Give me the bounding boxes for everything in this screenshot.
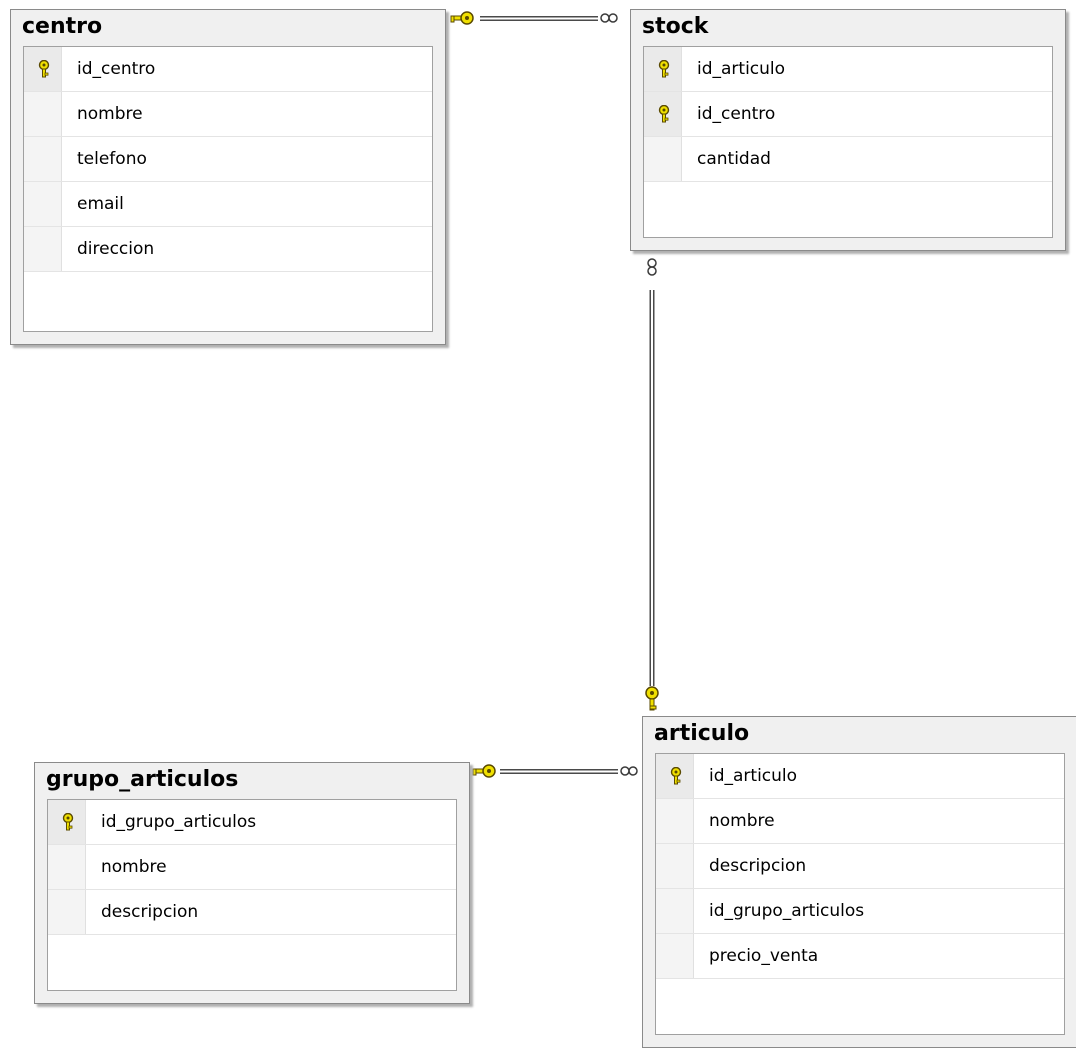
table-articulo[interactable]: articulo id_articulo nombre descripcion id_…	[642, 716, 1076, 1048]
table-title: stock	[642, 14, 709, 39]
infinity-icon	[647, 258, 657, 276]
row-selector[interactable]	[656, 799, 694, 843]
column-name: id_centro	[697, 104, 776, 124]
column-row[interactable]: telefono	[24, 137, 432, 182]
table-title: articulo	[654, 721, 750, 746]
column-name: precio_venta	[709, 946, 819, 966]
table-grupo-articulos[interactable]: grupo_articulos id_grupo_articulosnombre…	[34, 762, 470, 1004]
row-selector[interactable]	[48, 800, 86, 844]
primary-key-icon	[38, 60, 50, 78]
row-selector[interactable]	[656, 889, 694, 933]
column-name: id_centro	[77, 59, 156, 79]
column-name: descripcion	[709, 856, 807, 876]
table-title: centro	[22, 14, 103, 39]
column-grid: id_grupo_articulosnombre descripcion	[47, 799, 457, 991]
table-centro[interactable]: centro id_centronombre telefono email direc…	[10, 9, 446, 345]
column-row[interactable]: descripcion	[656, 844, 1064, 889]
column-name: id_articulo	[697, 59, 786, 79]
row-selector[interactable]	[656, 754, 694, 798]
column-row[interactable]: id_grupo_articulos	[48, 800, 456, 845]
column-row[interactable]: id_centro	[24, 47, 432, 92]
row-selector[interactable]	[644, 92, 682, 136]
table-stock[interactable]: stock id_articulo id_centro cantidad	[630, 9, 1066, 251]
column-name: descripcion	[101, 902, 199, 922]
column-row[interactable]: id_articulo	[644, 47, 1052, 92]
row-selector[interactable]	[656, 844, 694, 888]
row-selector[interactable]	[644, 137, 682, 181]
column-name: nombre	[709, 811, 775, 831]
row-selector[interactable]	[24, 47, 62, 91]
column-row[interactable]: descripcion	[48, 890, 456, 935]
column-row[interactable]: email	[24, 182, 432, 227]
column-name: cantidad	[697, 149, 771, 169]
column-row[interactable]: nombre	[24, 92, 432, 137]
column-name: nombre	[77, 104, 143, 124]
row-selector[interactable]	[48, 845, 86, 889]
column-name: email	[77, 194, 124, 214]
column-row[interactable]: id_articulo	[656, 754, 1064, 799]
row-selector[interactable]	[24, 92, 62, 136]
column-name: id_grupo_articulos	[709, 901, 865, 921]
row-selector[interactable]	[656, 934, 694, 978]
row-selector[interactable]	[24, 227, 62, 271]
relationship-centro-stock[interactable]	[450, 11, 618, 25]
column-row[interactable]: nombre	[48, 845, 456, 890]
primary-key-icon	[670, 767, 682, 785]
primary-key-icon	[658, 60, 670, 78]
key-icon	[472, 764, 496, 778]
column-name: telefono	[77, 149, 147, 169]
column-grid: id_articulo id_centro cantidad	[643, 46, 1053, 238]
infinity-icon	[620, 766, 638, 776]
column-grid: id_centronombre telefono email direccion	[23, 46, 433, 332]
column-row[interactable]: direccion	[24, 227, 432, 272]
relationship-grupo-articulo[interactable]	[472, 764, 638, 778]
column-name: direccion	[77, 239, 155, 259]
row-selector[interactable]	[24, 182, 62, 226]
column-row[interactable]: id_centro	[644, 92, 1052, 137]
column-row[interactable]: cantidad	[644, 137, 1052, 182]
column-grid: id_articulonombre descripcion id_grupo_art…	[655, 753, 1065, 1035]
primary-key-icon	[62, 813, 74, 831]
row-selector[interactable]	[24, 137, 62, 181]
column-name: nombre	[101, 857, 167, 877]
infinity-icon	[600, 13, 618, 23]
table-title: grupo_articulos	[46, 767, 239, 792]
row-selector[interactable]	[48, 890, 86, 934]
column-name: id_grupo_articulos	[101, 812, 257, 832]
relationship-articulo-stock[interactable]	[645, 258, 659, 711]
column-name: id_articulo	[709, 766, 798, 786]
key-icon	[645, 686, 659, 711]
primary-key-icon	[658, 105, 670, 123]
key-icon	[450, 11, 474, 25]
column-row[interactable]: precio_venta	[656, 934, 1064, 979]
column-row[interactable]: id_grupo_articulos	[656, 889, 1064, 934]
column-row[interactable]: nombre	[656, 799, 1064, 844]
row-selector[interactable]	[644, 47, 682, 91]
